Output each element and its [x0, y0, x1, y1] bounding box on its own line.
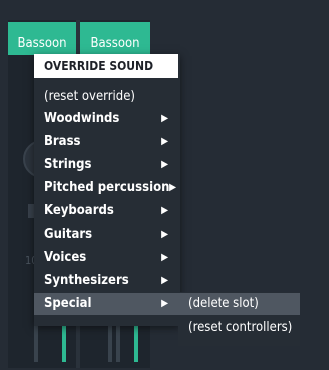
- menu-item-reset-override[interactable]: (reset override): [34, 86, 180, 108]
- menu-item-special[interactable]: Special ▶: [34, 293, 180, 315]
- menu-item-label: Special: [44, 296, 92, 311]
- triangle-right-icon: ▶: [161, 275, 168, 286]
- menu-item-guitars[interactable]: Guitars ▶: [34, 224, 180, 246]
- menu-item-label: Brass: [44, 134, 81, 149]
- menu-item-synthesizers[interactable]: Synthesizers ▶: [34, 270, 180, 292]
- submenu-item-reset-controllers[interactable]: (reset controllers): [178, 317, 300, 339]
- menu-item-keyboards[interactable]: Keyboards ▶: [34, 200, 180, 222]
- menu-item-label: Keyboards: [44, 203, 114, 218]
- menu-item-voices[interactable]: Voices ▶: [34, 247, 180, 269]
- strip-2-meter: [134, 320, 138, 362]
- strip-1-sound-name[interactable]: Bassoon: [8, 22, 76, 55]
- strip-2-sound-name[interactable]: Bassoon: [80, 22, 150, 55]
- triangle-right-icon: ▶: [161, 205, 168, 216]
- menu-item-woodwinds[interactable]: Woodwinds ▶: [34, 108, 180, 130]
- strip-1-meter: [62, 320, 66, 362]
- submenu-item-label: (delete slot): [188, 296, 259, 311]
- triangle-right-icon: ▶: [161, 113, 168, 124]
- triangle-right-icon: ▶: [169, 182, 176, 193]
- triangle-right-icon: ▶: [161, 159, 168, 170]
- menu-item-label: Pitched percussion: [44, 180, 170, 195]
- menu-item-label: Synthesizers: [44, 273, 129, 288]
- menu-item-label: Strings: [44, 157, 92, 172]
- menu-item-label: (reset override): [44, 89, 135, 104]
- submenu-item-delete-slot[interactable]: (delete slot): [178, 293, 300, 315]
- triangle-right-icon: ▶: [161, 298, 168, 309]
- menu-item-pitched-percussion[interactable]: Pitched percussion ▶: [34, 177, 180, 199]
- menu-item-label: Woodwinds: [44, 111, 120, 126]
- menu-item-brass[interactable]: Brass ▶: [34, 131, 180, 153]
- triangle-right-icon: ▶: [161, 229, 168, 240]
- triangle-right-icon: ▶: [161, 252, 168, 263]
- menu-item-label: Voices: [44, 250, 87, 265]
- submenu-item-label: (reset controllers): [188, 320, 293, 335]
- triangle-right-icon: ▶: [161, 136, 168, 147]
- menu-item-label: Guitars: [44, 227, 93, 242]
- menu-title: OVERRIDE SOUND: [34, 54, 178, 78]
- menu-item-strings[interactable]: Strings ▶: [34, 154, 180, 176]
